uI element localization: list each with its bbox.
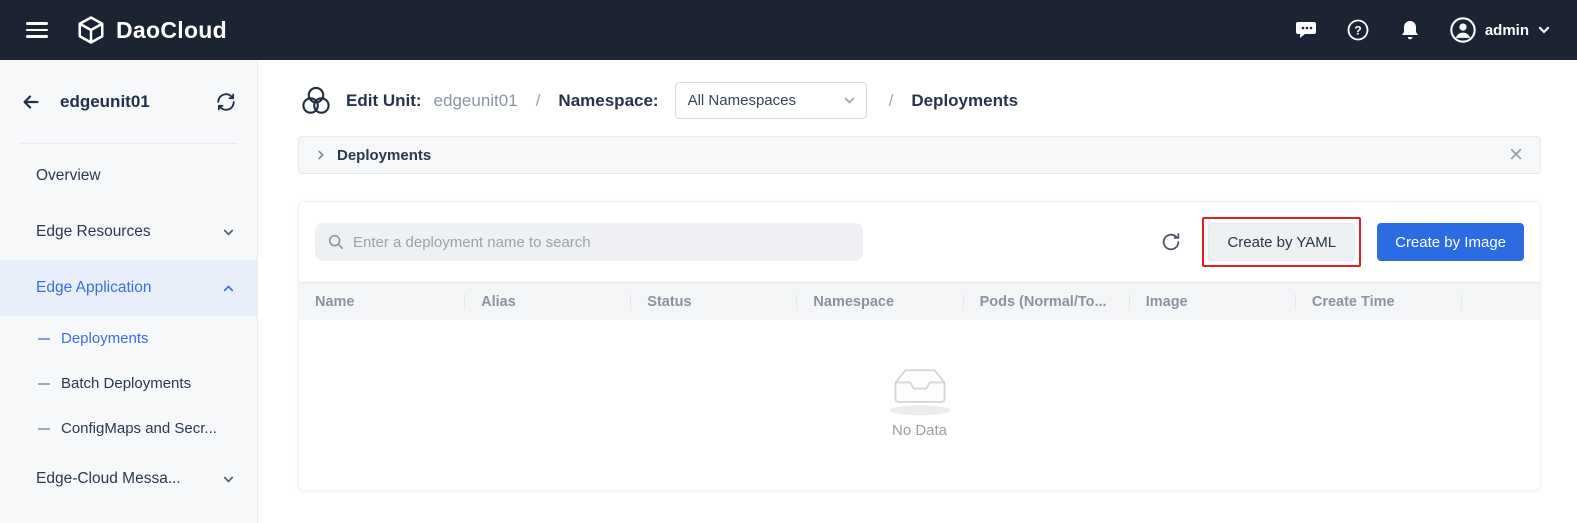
unit-name-value: edgeunit01 xyxy=(434,91,518,111)
namespace-selected-value: All Namespaces xyxy=(688,92,796,109)
dash-icon xyxy=(38,338,50,340)
back-arrow-icon[interactable] xyxy=(20,91,42,113)
deployments-card: Create by YAML Create by Image Name Alia… xyxy=(298,201,1541,491)
empty-text: No Data xyxy=(892,422,947,439)
sidebar-item-label: Deployments xyxy=(61,330,149,347)
search-icon xyxy=(327,233,345,256)
sidebar-item-edge-resources[interactable]: Edge Resources xyxy=(0,204,257,260)
sidebar-item-batch-deployments[interactable]: Batch Deployments xyxy=(0,361,257,406)
empty-inbox-icon xyxy=(880,360,960,416)
sidebar-header: edgeunit01 xyxy=(20,60,237,144)
user-menu[interactable]: admin xyxy=(1449,16,1551,44)
close-icon[interactable]: ✕ xyxy=(1508,146,1524,165)
menu-toggle-icon[interactable] xyxy=(26,22,48,38)
refresh-icon[interactable] xyxy=(1160,231,1182,253)
page-header: Edit Unit: edgeunit01 / Namespace: All N… xyxy=(258,60,1577,119)
breadcrumb-label: Deployments xyxy=(337,147,431,164)
notifications-bell-icon[interactable] xyxy=(1397,17,1423,43)
dash-icon xyxy=(38,383,50,385)
breadcrumb-bar: Deployments ✕ xyxy=(298,136,1541,174)
page-title: Deployments xyxy=(911,91,1018,111)
sidebar-item-label: ConfigMaps and Secr... xyxy=(61,420,217,437)
sidebar-item-label: Overview xyxy=(36,167,101,185)
sidebar-item-deployments[interactable]: Deployments xyxy=(0,316,257,361)
sidebar-nav: Overview Edge Resources Edge Application… xyxy=(0,144,257,507)
sidebar-item-label: Edge Resources xyxy=(36,223,151,241)
search-input[interactable] xyxy=(315,223,863,261)
unit-title: edgeunit01 xyxy=(60,92,150,112)
chevron-down-icon xyxy=(222,473,235,486)
svg-text:?: ? xyxy=(1354,23,1361,37)
username-label: admin xyxy=(1485,22,1529,39)
chevron-down-icon xyxy=(843,94,856,107)
chevron-down-icon xyxy=(1537,23,1551,37)
toolbar: Create by YAML Create by Image xyxy=(299,202,1540,282)
sidebar-item-label: Edge-Cloud Messa... xyxy=(36,470,181,488)
table-header: Name Alias Status Namespace Pods (Normal… xyxy=(299,282,1540,320)
chevron-down-icon xyxy=(222,226,235,239)
top-navbar: DaoCloud ? xyxy=(0,0,1577,60)
column-header-image: Image xyxy=(1130,294,1296,310)
brand-logo[interactable]: DaoCloud xyxy=(76,15,227,45)
sidebar-item-edge-application[interactable]: Edge Application xyxy=(0,260,257,316)
namespace-label: Namespace: xyxy=(558,91,658,111)
separator: / xyxy=(889,91,894,111)
column-header-create-time: Create Time xyxy=(1296,294,1462,310)
empty-state: No Data xyxy=(299,320,1540,490)
namespace-select[interactable]: All Namespaces xyxy=(675,82,867,119)
avatar-icon xyxy=(1449,16,1477,44)
create-by-yaml-button[interactable]: Create by YAML xyxy=(1208,223,1355,261)
sidebar: edgeunit01 Overview Edge Resources Edge … xyxy=(0,60,258,523)
brand-name: DaoCloud xyxy=(116,17,227,44)
search-box xyxy=(315,223,863,261)
message-icon[interactable] xyxy=(1293,17,1319,43)
edge-unit-icon xyxy=(298,83,334,119)
column-header-pods: Pods (Normal/To... xyxy=(964,294,1130,310)
chevron-up-icon xyxy=(222,282,235,295)
dash-icon xyxy=(38,428,50,430)
column-header-name: Name xyxy=(299,294,465,310)
separator: / xyxy=(536,91,541,111)
daocloud-cube-icon xyxy=(76,15,106,45)
column-header-alias: Alias xyxy=(465,294,631,310)
sidebar-item-label: Batch Deployments xyxy=(61,375,191,392)
sidebar-item-overview[interactable]: Overview xyxy=(0,148,257,204)
edit-unit-label: Edit Unit: xyxy=(346,91,422,111)
chevron-right-icon xyxy=(315,149,327,161)
sidebar-item-configmaps-secrets[interactable]: ConfigMaps and Secr... xyxy=(0,406,257,451)
main-content: Edit Unit: edgeunit01 / Namespace: All N… xyxy=(258,60,1577,523)
sidebar-item-label: Edge Application xyxy=(36,279,151,297)
annotation-highlight: Create by YAML xyxy=(1202,217,1361,267)
column-header-status: Status xyxy=(631,294,797,310)
column-header-namespace: Namespace xyxy=(797,294,963,310)
sidebar-item-edge-cloud-message[interactable]: Edge-Cloud Messa... xyxy=(0,451,257,507)
switch-unit-icon[interactable] xyxy=(215,91,237,113)
help-icon[interactable]: ? xyxy=(1345,17,1371,43)
create-by-image-button[interactable]: Create by Image xyxy=(1377,223,1524,261)
